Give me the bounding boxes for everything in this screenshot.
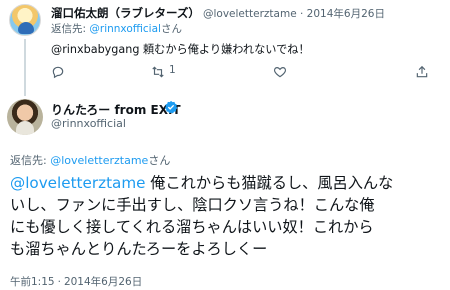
share-button[interactable] — [415, 64, 431, 78]
tweet-time: 午前1:15 — [10, 276, 55, 288]
reply-to-link[interactable]: @rinnxofficial — [89, 23, 161, 35]
parent-tweet[interactable]: 溜口佑太朗（ラブレターズ） @loveletterztame · 2014年6月… — [0, 0, 450, 96]
reply-prefix: 返信先: — [51, 23, 90, 35]
handle[interactable]: @loveletterztame — [203, 8, 297, 20]
display-name[interactable]: 溜口佑太朗（ラブレターズ） — [51, 5, 200, 21]
thread-connector-line — [24, 39, 26, 96]
verified-badge-icon — [164, 100, 178, 114]
tweet-text: @loveletterztame 俺これからも猫蹴るし、風呂入んな いし、ファン… — [10, 172, 445, 260]
reply-button[interactable] — [51, 64, 67, 79]
reply-to-link[interactable]: @loveletterztame — [50, 154, 148, 167]
display-name[interactable]: りんたろー from EXIT — [51, 101, 181, 118]
focused-tweet[interactable]: りんたろー from EXIT @rinnxofficial 返信先: @lov… — [0, 96, 450, 290]
share-icon — [416, 65, 428, 78]
handle[interactable]: @rinnxofficial — [51, 117, 126, 130]
tweet-text-line-2: いし、ファンに手出すし、陰口クソ言うね！こんな俺 — [10, 196, 375, 214]
reply-prefix: 返信先: — [10, 154, 51, 167]
tweet-actions: 1 — [51, 64, 441, 79]
tweet-timestamp[interactable]: 午前1:15 · 2014年6月26日 — [10, 274, 142, 289]
avatar-rinnxofficial[interactable] — [7, 99, 43, 135]
reply-suffix: さん — [148, 154, 171, 167]
retweet-icon — [152, 66, 164, 78]
tweet-text-line-4: も溜ちゃんとりんたろーをよろしくー — [10, 240, 268, 258]
reply-icon — [52, 66, 64, 79]
heart-icon — [273, 67, 287, 78]
tweet-text-line-1: @loveletterztame 俺これからも猫蹴るし、風呂入んな — [10, 172, 445, 194]
avatar-loveletterztame[interactable] — [9, 4, 41, 36]
retweet-button[interactable]: 1 — [151, 64, 191, 78]
retweet-count: 1 — [169, 64, 176, 76]
reply-context: 返信先: @rinnxofficialさん — [51, 21, 182, 36]
tweet-text: @rinxbabygang 頼むから俺より嫌われないでね！ — [51, 43, 310, 56]
like-button[interactable] — [273, 64, 289, 78]
separator-dot: · — [57, 276, 61, 288]
tweet-text-line-3: にも優しく接してくれる溜ちゃんはいい奴！これから — [10, 218, 374, 236]
tweet-date[interactable]: · 2014年6月26日 — [300, 8, 385, 20]
mention-link[interactable]: @loveletterztame — [10, 174, 145, 192]
reply-suffix: さん — [160, 23, 182, 35]
tweet-date: 2014年6月26日 — [63, 276, 143, 288]
tweet-text-line-1-rest: 俺これからも猫蹴るし、風呂入んな — [145, 174, 394, 192]
reply-context: 返信先: @loveletterztameさん — [10, 152, 170, 168]
handle-and-date: @loveletterztame · 2014年6月26日 — [203, 6, 385, 21]
